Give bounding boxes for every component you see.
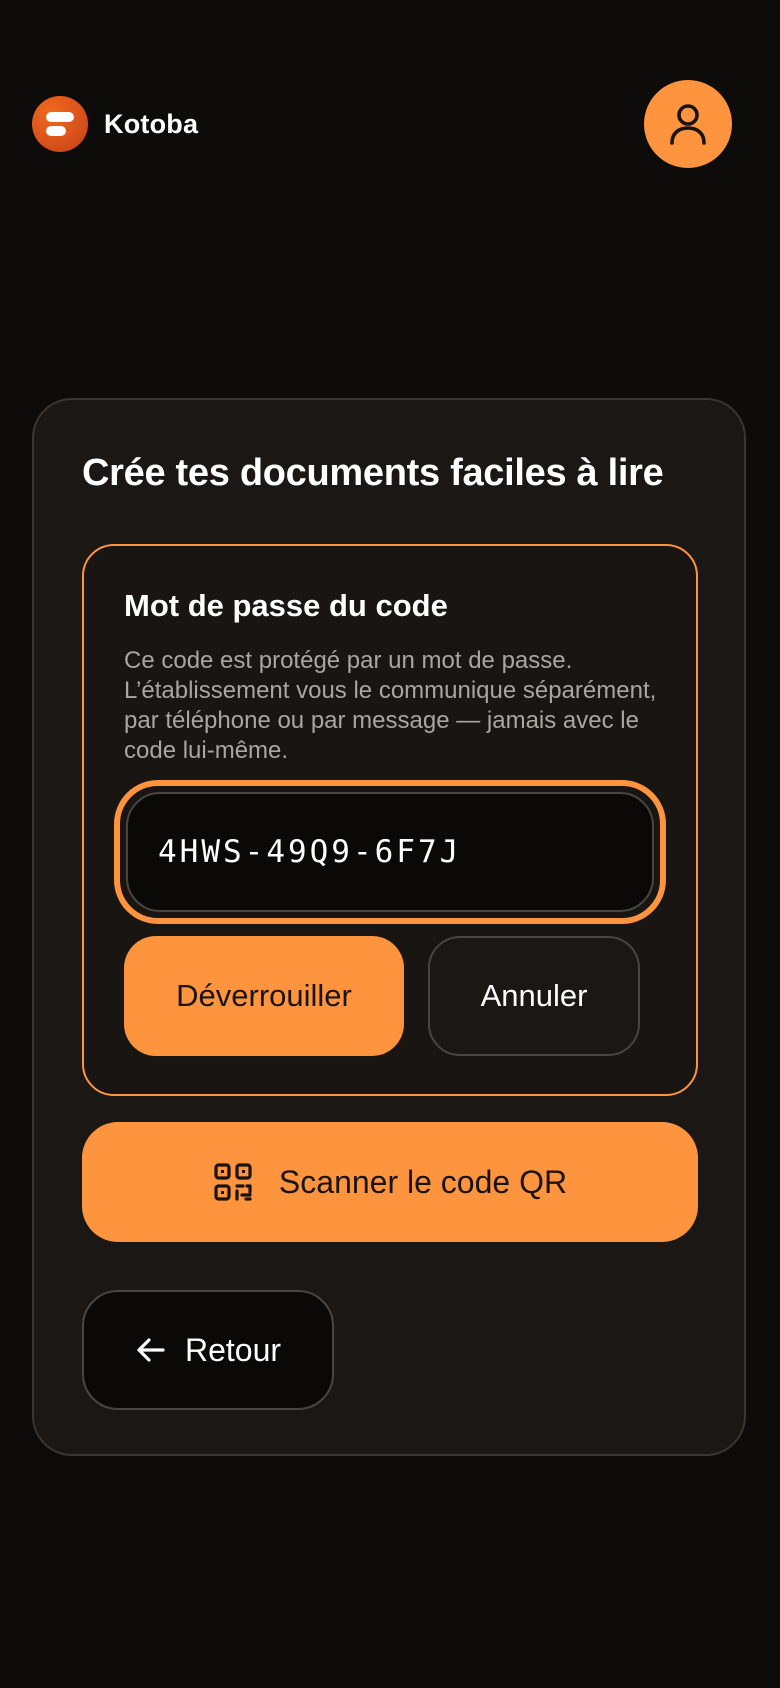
cancel-button[interactable]: Annuler — [428, 936, 640, 1056]
scan-qr-label: Scanner le code QR — [278, 1163, 568, 1200]
scan-qr-button[interactable]: Scanner le code QR — [82, 1122, 698, 1242]
qr-code-icon — [213, 1162, 253, 1202]
password-input-focus-ring — [114, 780, 666, 924]
main-card: Crée tes documents faciles à lire Mot de… — [32, 398, 746, 1456]
password-heading: Mot de passe du code — [124, 588, 448, 623]
user-icon — [670, 104, 706, 145]
brand-name: Kotoba — [104, 108, 199, 139]
brand[interactable]: Kotoba — [32, 96, 198, 152]
password-description: Ce code est protégé par un mot de passe.… — [124, 647, 657, 764]
back-label: Retour — [184, 1331, 282, 1368]
page-title: Crée tes documents faciles à lire — [82, 452, 664, 494]
unlock-button[interactable]: Déverrouiller — [124, 936, 404, 1056]
profile-button[interactable] — [644, 80, 732, 168]
password-panel: Mot de passe du code Ce code est protégé… — [82, 544, 698, 1096]
back-button[interactable]: Retour — [82, 1290, 334, 1410]
password-input[interactable] — [126, 792, 654, 912]
screen: Kotoba Crée tes documents faciles à lire… — [0, 0, 780, 1688]
kotoba-logo-icon — [32, 96, 88, 152]
arrow-left-icon — [135, 1334, 167, 1366]
